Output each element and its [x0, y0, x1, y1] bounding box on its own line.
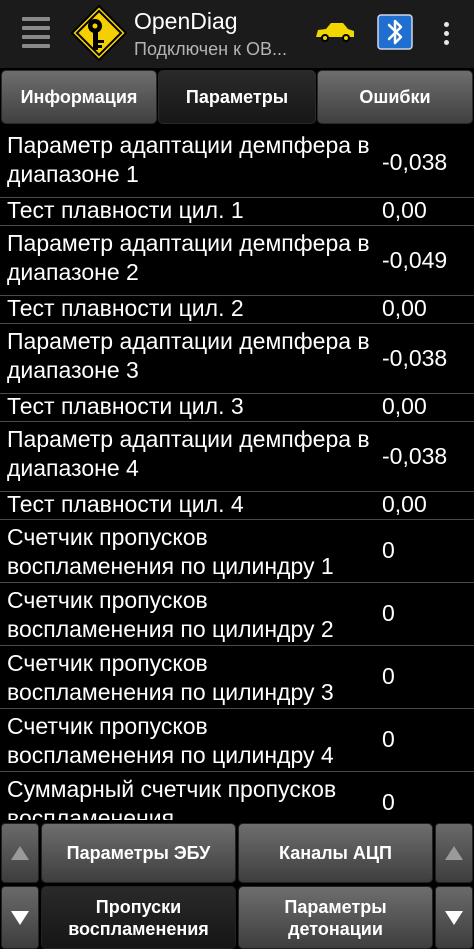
bluetooth-icon[interactable]	[377, 14, 413, 50]
parameter-row[interactable]: Параметр адаптации демпфера в диапазоне …	[0, 324, 474, 394]
parameter-name: Счетчик пропусков воспламенения по цилин…	[7, 713, 334, 768]
parameter-name: Счетчик пропусков воспламенения по цилин…	[7, 524, 334, 579]
parameter-row[interactable]: Параметр адаптации демпфера в диапазоне …	[0, 226, 474, 296]
parameter-name: Тест плавности цил. 2	[7, 295, 244, 321]
parameter-name: Параметр адаптации демпфера в диапазоне …	[7, 328, 370, 383]
misfire-button[interactable]: Пропуски воспламенения	[41, 886, 236, 949]
parameter-row[interactable]: Счетчик пропусков воспламенения по цилин…	[0, 583, 474, 646]
parameter-name: Параметр адаптации демпфера в диапазоне …	[7, 230, 370, 285]
parameter-value: 0,00	[382, 393, 427, 419]
parameter-value: 0	[382, 537, 395, 563]
bottom-nav: Параметры ЭБУ Каналы АЦП Пропуски воспла…	[0, 820, 474, 949]
parameter-row[interactable]: Счетчик пропусков воспламенения по цилин…	[0, 646, 474, 709]
parameter-value: 0,00	[382, 197, 427, 223]
parameter-value: 0	[382, 726, 395, 752]
parameter-list[interactable]: Параметр адаптации демпфера в диапазоне …	[0, 128, 474, 820]
scroll-up-arrow-icon[interactable]	[1, 823, 39, 883]
tab-parameters[interactable]: Параметры	[158, 70, 316, 124]
parameter-value: -0,038	[382, 148, 448, 175]
parameter-value: -0,038	[382, 442, 448, 469]
parameter-value: 0	[382, 600, 395, 626]
parameter-value: -0,049	[382, 246, 448, 273]
adc-channels-button[interactable]: Каналы АЦП	[238, 823, 433, 883]
parameter-name: Счетчик пропусков воспламенения по цилин…	[7, 650, 334, 705]
parameter-row[interactable]: Параметр адаптации демпфера в диапазоне …	[0, 128, 474, 198]
parameter-name: Параметр адаптации демпфера в диапазоне …	[7, 132, 370, 187]
parameter-value: -0,038	[382, 344, 448, 371]
parameter-row[interactable]: Параметр адаптации демпфера в диапазоне …	[0, 422, 474, 492]
scroll-down-arrow-right-icon[interactable]	[435, 886, 473, 949]
parameter-name: Тест плавности цил. 1	[7, 197, 244, 223]
parameter-row[interactable]: Тест плавности цил. 1 0,00	[0, 197, 474, 226]
knock-parameters-button[interactable]: Параметры детонации	[238, 886, 433, 949]
scroll-down-arrow-icon[interactable]	[1, 886, 39, 949]
parameter-name: Тест плавности цил. 3	[7, 393, 244, 419]
parameter-value: 0,00	[382, 491, 427, 517]
parameter-row[interactable]: Тест плавности цил. 2 0,00	[0, 295, 474, 324]
parameter-value: 0	[382, 789, 395, 815]
parameter-row[interactable]: Тест плавности цил. 4 0,00	[0, 491, 474, 520]
tab-information[interactable]: Информация	[1, 70, 157, 124]
parameter-name: Тест плавности цил. 4	[7, 491, 244, 517]
parameter-row[interactable]: Суммарный счетчик пропусков воспламенени…	[0, 772, 474, 820]
parameter-name: Параметр адаптации демпфера в диапазоне …	[7, 426, 370, 481]
parameter-value: 0,00	[382, 295, 427, 321]
car-icon[interactable]	[314, 20, 356, 44]
app-title: OpenDiag	[134, 8, 238, 34]
overflow-menu-icon[interactable]	[436, 20, 456, 48]
parameter-row[interactable]: Тест плавности цил. 3 0,00	[0, 393, 474, 422]
parameter-row[interactable]: Счетчик пропусков воспламенения по цилин…	[0, 520, 474, 583]
tab-bar: Информация Параметры Ошибки	[0, 68, 474, 126]
parameter-name: Счетчик пропусков воспламенения по цилин…	[7, 587, 334, 642]
connection-status: Подключен к ОВ...	[134, 39, 287, 59]
parameter-name: Суммарный счетчик пропусков воспламенени…	[7, 776, 337, 820]
parameter-value: 0	[382, 663, 395, 689]
app-bar: OpenDiag Подключен к ОВ...	[0, 0, 474, 68]
scroll-up-arrow-right-icon[interactable]	[435, 823, 473, 883]
tab-errors[interactable]: Ошибки	[317, 70, 473, 124]
app-logo-key-icon	[70, 4, 128, 62]
menu-icon[interactable]	[22, 17, 50, 48]
parameter-row[interactable]: Счетчик пропусков воспламенения по цилин…	[0, 709, 474, 772]
ecu-parameters-button[interactable]: Параметры ЭБУ	[41, 823, 236, 883]
